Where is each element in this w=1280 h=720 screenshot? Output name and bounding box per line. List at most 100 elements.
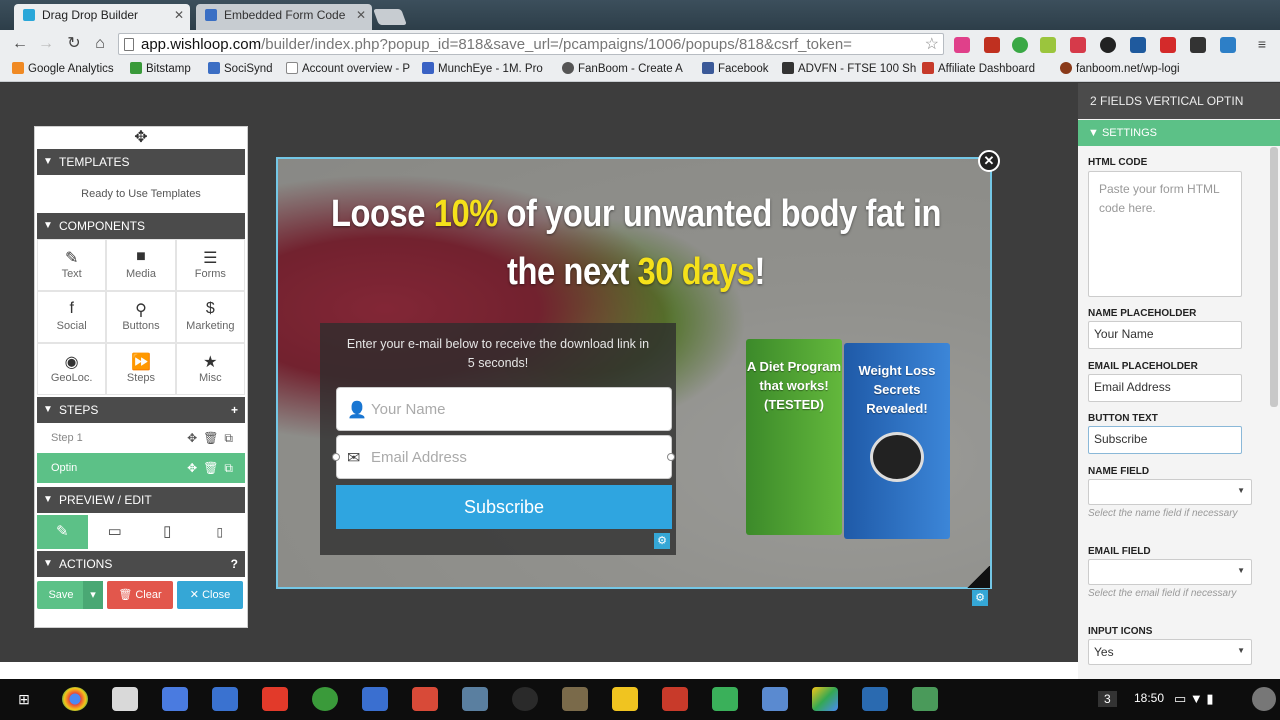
preview-edit-header[interactable]: ▼ PREVIEW / EDIT xyxy=(37,487,245,513)
clear-button[interactable]: 🗑 Clear xyxy=(107,581,173,609)
extension-icon[interactable] xyxy=(1100,37,1116,53)
back-arrow-icon[interactable]: ← xyxy=(10,34,30,54)
extension-icon[interactable] xyxy=(1220,37,1236,53)
amazon-icon[interactable] xyxy=(762,687,788,711)
gmail-icon[interactable] xyxy=(112,687,138,711)
notification-badge[interactable]: 3 xyxy=(1098,691,1117,707)
keep-icon[interactable] xyxy=(612,687,638,711)
email-field[interactable]: ✉ Email Address xyxy=(336,435,672,479)
sheets-icon[interactable] xyxy=(712,687,738,711)
step-tools-icon[interactable]: ✥🗑⧉ xyxy=(187,423,239,453)
input-icons-select[interactable]: Yes ▼ xyxy=(1088,639,1252,665)
app-icon[interactable] xyxy=(512,687,538,711)
avatar[interactable] xyxy=(1252,687,1276,711)
save-button[interactable]: Save ▾ xyxy=(37,581,103,609)
popup-preview[interactable]: Loose 10% of your unwanted body fat in t… xyxy=(276,157,992,589)
step-tools-icon[interactable]: ✥🗑⧉ xyxy=(187,453,239,483)
save-dropdown-icon[interactable]: ▾ xyxy=(83,581,103,609)
new-tab-button[interactable] xyxy=(373,9,407,25)
google-search-icon[interactable] xyxy=(162,687,188,711)
button-text-input[interactable]: Subscribe xyxy=(1088,426,1242,454)
bookmark-bitstamp[interactable]: Bitstamp xyxy=(130,62,191,75)
components-header[interactable]: ▼ COMPONENTS xyxy=(37,213,245,239)
youtube-icon[interactable] xyxy=(262,687,288,711)
forward-arrow-icon[interactable]: → xyxy=(36,34,56,54)
docs-icon[interactable] xyxy=(362,687,388,711)
office-icon[interactable] xyxy=(662,687,688,711)
component-marketing[interactable]: $ Marketing xyxy=(175,291,245,343)
google-plus-icon[interactable] xyxy=(412,687,438,711)
steps-header[interactable]: ▼ STEPS + xyxy=(37,397,245,423)
component-steps[interactable]: ⏩ Steps xyxy=(106,343,176,395)
component-misc[interactable]: ★ Misc xyxy=(175,343,245,395)
address-bar[interactable]: app.wishloop.com/builder/index.php?popup… xyxy=(118,33,944,55)
menu-icon[interactable]: ≡ xyxy=(1252,34,1272,54)
kindle-icon[interactable] xyxy=(562,687,588,711)
panel-move-handle[interactable]: ✥ xyxy=(35,127,247,149)
desktop-icon[interactable]: ▭ xyxy=(90,515,141,549)
component-buttons[interactable]: ⚲ Buttons xyxy=(106,291,176,343)
app-launcher-icon[interactable]: ⊞ xyxy=(14,687,34,711)
name-field-select[interactable]: ▼ xyxy=(1088,479,1252,505)
settings-scrollbar[interactable] xyxy=(1270,147,1278,407)
tab-embedded-form-code[interactable]: Embedded Form Code ✕ xyxy=(196,4,372,30)
settings-section-header[interactable]: ▼ SETTINGS xyxy=(1078,120,1280,146)
extension-icon[interactable] xyxy=(954,37,970,53)
tab-drag-drop-builder[interactable]: Drag Drop Builder ✕ xyxy=(14,4,190,30)
home-icon[interactable]: ⌂ xyxy=(90,34,110,54)
name-field[interactable]: 👤 Your Name xyxy=(336,387,672,431)
component-forms[interactable]: ☰ Forms xyxy=(175,239,245,291)
popup-resize-handle[interactable] xyxy=(966,566,990,588)
bookmark-affiliate-dashboard[interactable]: Affiliate Dashboard xyxy=(922,62,1035,75)
element-settings-icon[interactable]: ⚙ xyxy=(654,533,670,549)
bookmark-fanboom-wp[interactable]: fanboom.net/wp-logi xyxy=(1060,62,1180,75)
extension-icon[interactable] xyxy=(1130,37,1146,53)
bookmark-fanboom[interactable]: FanBoom - Create A xyxy=(562,62,683,75)
extension-icon[interactable] xyxy=(1012,37,1028,53)
component-text[interactable]: ✎ Text xyxy=(37,239,107,291)
subscribe-button[interactable]: Subscribe xyxy=(336,485,672,529)
ready-templates-link[interactable]: Ready to Use Templates xyxy=(35,175,247,213)
resize-handle[interactable] xyxy=(667,453,675,461)
extension-icon[interactable] xyxy=(1040,37,1056,53)
drive-icon[interactable] xyxy=(812,687,838,711)
component-geoloc[interactable]: ◉ GeoLoc. xyxy=(37,343,107,395)
pocket-icon[interactable] xyxy=(1070,37,1086,53)
help-icon[interactable]: ? xyxy=(231,551,238,577)
bookmark-advfn[interactable]: ADVFN - FTSE 100 Sh xyxy=(782,62,916,75)
popup-close-icon[interactable]: ✕ xyxy=(978,150,1000,172)
trello-icon[interactable] xyxy=(862,687,888,711)
tablet-icon[interactable]: ▯ xyxy=(142,515,193,549)
optin-form-box[interactable]: Enter your e-mail below to receive the d… xyxy=(320,323,676,555)
popup-settings-icon[interactable]: ⚙ xyxy=(972,590,988,606)
component-media[interactable]: ■ Media xyxy=(106,239,176,291)
edit-pencil-icon[interactable]: ✎ xyxy=(37,515,88,549)
tab-close-icon[interactable]: ✕ xyxy=(356,4,366,26)
status-icons[interactable]: ▭ ▼ ▮ xyxy=(1174,691,1214,707)
bookmark-google-analytics[interactable]: Google Analytics xyxy=(12,62,114,75)
add-step-icon[interactable]: + xyxy=(231,397,238,423)
resize-handle[interactable] xyxy=(332,453,340,461)
step-row[interactable]: Step 1 ✥🗑⧉ xyxy=(37,423,245,453)
component-social[interactable]: f Social xyxy=(37,291,107,343)
popup-headline[interactable]: Loose 10% of your unwanted body fat in t… xyxy=(328,185,944,301)
bookmark-muncheye[interactable]: MunchEye - 1M. Pro xyxy=(422,62,543,75)
mobile-icon[interactable]: ▯ xyxy=(195,515,246,549)
close-button[interactable]: ✕ Close xyxy=(177,581,243,609)
extension-icon[interactable] xyxy=(984,37,1000,53)
clock[interactable]: 18:50 xyxy=(1134,691,1164,705)
app-icon[interactable] xyxy=(462,687,488,711)
html-code-textarea[interactable]: Paste your form HTML code here. xyxy=(1088,171,1242,297)
chrome-icon[interactable] xyxy=(62,687,88,711)
name-placeholder-input[interactable]: Your Name xyxy=(1088,321,1242,349)
calendar-icon[interactable] xyxy=(212,687,238,711)
extension-icon[interactable] xyxy=(1190,37,1206,53)
bookmark-socisynd[interactable]: SociSynd xyxy=(208,62,273,75)
actions-header[interactable]: ▼ ACTIONS? xyxy=(37,551,245,577)
bookmark-star-icon[interactable]: ☆ xyxy=(925,34,939,54)
bookmark-facebook[interactable]: Facebook xyxy=(702,62,769,75)
extension-icon[interactable] xyxy=(1160,37,1176,53)
reload-icon[interactable]: ↻ xyxy=(64,34,84,54)
bookmark-account-overview[interactable]: Account overview - P xyxy=(286,62,410,75)
email-field-select[interactable]: ▼ xyxy=(1088,559,1252,585)
